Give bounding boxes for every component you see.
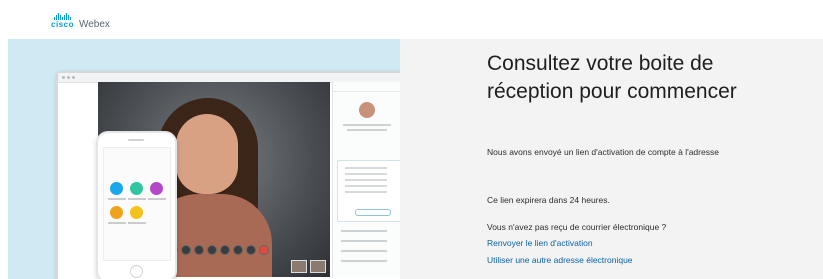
cisco-webex-logo: cisco Webex [51,11,110,30]
resend-activation-link[interactable]: Renvoyer le lien d'activation [487,238,593,248]
call-controls [168,245,269,255]
phone-illustration [96,131,177,279]
not-received-question: Vous n'avez pas reçu de courrier électro… [487,222,667,232]
cisco-logo: cisco [51,12,74,29]
expiry-message: Ce lien expirera dans 24 heures. [487,195,610,205]
participant-face [176,114,238,194]
activation-message: Nous avons envoyé un lien d'activation d… [487,147,719,157]
avatar [359,102,375,118]
participant-side-panel [332,82,400,277]
participant-thumbnails [291,260,326,273]
use-other-address-link[interactable]: Utiliser une autre adresse électronique [487,255,633,265]
cisco-wordmark: cisco [51,19,74,29]
product-illustration [8,39,400,279]
page-title: Consultez votre boite de réception pour … [487,52,737,103]
webex-wordmark: Webex [78,19,110,30]
cisco-bars-icon [53,12,71,20]
